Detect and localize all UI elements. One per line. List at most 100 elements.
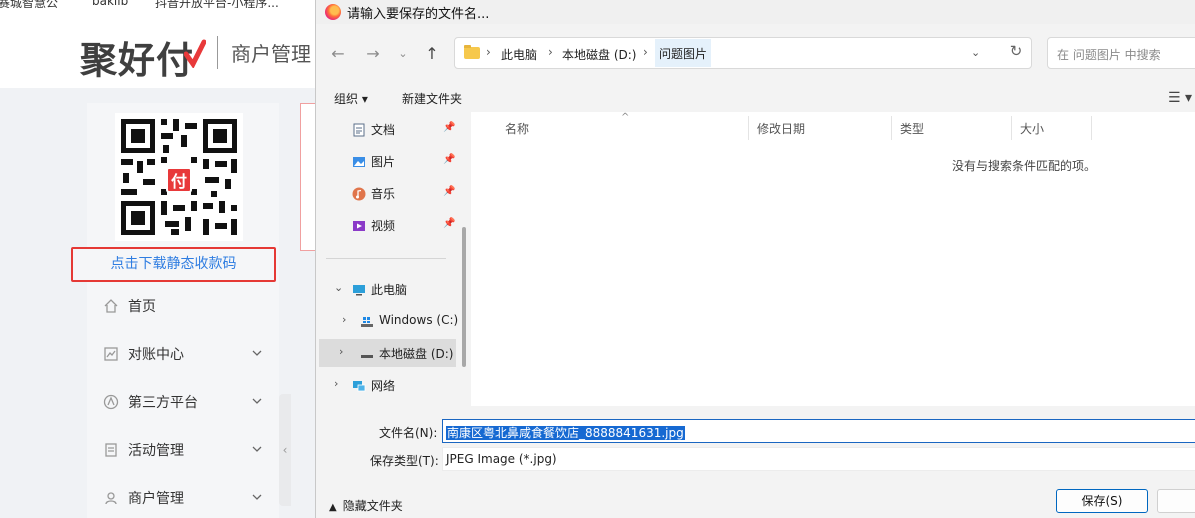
chevron-down-icon[interactable]: ⌄ [334, 281, 343, 294]
sidebar-item-label: 对账中心 [128, 347, 184, 363]
home-icon [104, 299, 118, 313]
nav-pane-label: 图片 [371, 155, 396, 169]
bookmark-item[interactable]: bakilb [92, 0, 128, 8]
search-input[interactable]: 在 问题图片 中搜索 [1047, 37, 1195, 69]
activity-icon [105, 443, 117, 457]
site-logo[interactable]: 聚好付 [80, 30, 194, 84]
music-icon [352, 187, 366, 201]
chevron-right-icon[interactable]: › [334, 377, 338, 390]
sidebar-item-home[interactable]: 首页 [100, 294, 270, 318]
nav-pane-label: 网络 [371, 379, 396, 393]
dialog-toolbar: 组织 ▾ 新建文件夹 ☰ ▾ [316, 84, 1195, 112]
chevron-down-icon [252, 350, 262, 356]
chevron-down-icon [252, 494, 262, 500]
sidebar-item-activities[interactable]: 活动管理 [100, 438, 270, 462]
nav-pane-this-pc[interactable]: ⌄ 此电脑 [319, 275, 459, 303]
cancel-button[interactable] [1157, 489, 1195, 513]
filetype-label: 保存类型(T): [370, 454, 439, 468]
nav-pane-label: 音乐 [371, 187, 396, 201]
bookmark-bar: 赛城智慧公 bakilb 抖音开放平台-小程序... [0, 0, 330, 8]
nav-pane-divider [326, 258, 446, 259]
sidebar-item-merchants[interactable]: 商户管理 [100, 486, 270, 510]
chevron-right-icon[interactable]: › [342, 313, 346, 326]
logo-divider [217, 36, 218, 69]
breadcrumb-drive-d[interactable]: 本地磁盘 (D:) [562, 46, 636, 63]
pin-icon: 📌 [443, 122, 456, 133]
sidebar-item-label: 第三方平台 [128, 395, 198, 411]
dialog-title: 请输入要保存的文件名... [347, 7, 490, 22]
breadcrumb-current-folder[interactable]: 问题图片 [655, 39, 712, 67]
nav-pane-drive-c[interactable]: › Windows (C:) [327, 307, 467, 335]
refresh-icon[interactable]: ↻ [1006, 41, 1026, 61]
sidebar-item-third-party[interactable]: 第三方平台 [100, 390, 270, 414]
nav-pane-scrollbar[interactable] [462, 227, 466, 367]
chevron-right-icon: › [548, 45, 553, 59]
chevron-down-icon [252, 446, 262, 452]
nav-pane-documents[interactable]: 文档 📌 [319, 115, 459, 143]
new-folder-button[interactable]: 新建文件夹 [402, 90, 462, 107]
filetype-select[interactable]: JPEG Image (*.jpg) [442, 447, 1195, 471]
chevron-right-icon[interactable]: › [339, 345, 343, 358]
column-header-date[interactable]: 修改日期 [749, 116, 892, 140]
platform-icon [103, 394, 119, 410]
address-bar[interactable]: › 此电脑 › 本地磁盘 (D:) › 问题图片 ⌄ [454, 37, 1032, 69]
pin-icon: 📌 [443, 154, 456, 165]
breadcrumb-this-pc[interactable]: 此电脑 [501, 46, 537, 63]
column-header-name[interactable]: 名称 [497, 116, 749, 140]
back-arrow-icon[interactable]: ← [327, 43, 349, 65]
chart-icon [104, 347, 118, 361]
pin-icon: 📌 [443, 218, 456, 229]
drive-icon [361, 355, 373, 358]
forward-arrow-icon[interactable]: → [362, 43, 384, 65]
nav-pane-label: Windows (C:) [379, 313, 459, 327]
sidebar-item-label: 活动管理 [128, 443, 184, 459]
sidebar-collapse-button[interactable]: ‹ [279, 394, 291, 506]
firefox-icon [325, 4, 341, 20]
chevron-down-icon[interactable]: ⌄ [971, 46, 985, 60]
file-list: ^ 名称 修改日期 类型 大小 没有与搜索条件匹配的项。 [471, 112, 1195, 406]
save-button[interactable]: 保存(S) [1056, 489, 1148, 513]
nav-pane-music[interactable]: 音乐 📌 [319, 179, 459, 207]
save-file-dialog: 请输入要保存的文件名... ← → ⌄ ↑ › 此电脑 › 本地磁盘 (D:) … [315, 0, 1195, 518]
folder-icon [464, 45, 480, 59]
pin-icon: 📌 [443, 186, 456, 197]
filename-selected-text: 南康区粤北鼻咸食餐饮店_8888841631.jpg [446, 426, 685, 440]
network-icon [353, 381, 366, 392]
site-header: 聚好付 商户管理 [0, 8, 330, 88]
sidebar-item-label: 商户管理 [128, 491, 184, 507]
empty-folder-message: 没有与搜索条件匹配的项。 [952, 159, 1097, 173]
chevron-down-icon [252, 398, 262, 404]
windows-drive-icon [361, 317, 373, 327]
qr-pay-logo: 付 [166, 167, 192, 193]
nav-pane-network[interactable]: › 网络 [319, 371, 459, 399]
sidebar-item-reconciliation[interactable]: 对账中心 [100, 342, 270, 366]
navigation-pane: 文档 📌 图片 📌 音乐 📌 视频 📌 ⌄ 此电脑 › Windows (C:) [316, 112, 471, 406]
header-title: 商户管理 [231, 42, 311, 66]
bookmark-item[interactable]: 抖音开放平台-小程序... [155, 0, 279, 8]
nav-pane-label: 本地磁盘 (D:) [379, 347, 454, 361]
bookmark-item[interactable]: 赛城智慧公 [0, 0, 58, 8]
hide-folders-toggle[interactable]: ▲ 隐藏文件夹 [329, 497, 403, 514]
document-icon [353, 123, 365, 137]
recent-dropdown-icon[interactable]: ⌄ [392, 43, 414, 65]
filename-input[interactable]: 南康区粤北鼻咸食餐饮店_8888841631.jpg [442, 419, 1195, 443]
nav-pane-label: 视频 [371, 219, 396, 233]
chevron-right-icon: › [643, 45, 648, 59]
organize-button[interactable]: 组织 ▾ [334, 90, 368, 107]
video-icon [353, 221, 365, 231]
nav-pane-label: 此电脑 [371, 283, 408, 297]
logo-check-icon [184, 39, 206, 68]
sidebar-item-label: 首页 [128, 299, 156, 315]
download-qr-link[interactable]: 点击下载静态收款码 [71, 247, 276, 282]
nav-pane-label: 文档 [371, 123, 396, 137]
column-header-type[interactable]: 类型 [892, 116, 1012, 140]
nav-pane-pictures[interactable]: 图片 📌 [319, 147, 459, 175]
nav-pane-videos[interactable]: 视频 📌 [319, 211, 459, 239]
up-arrow-icon[interactable]: ↑ [421, 43, 443, 65]
content-card-edge [300, 103, 316, 251]
view-options-icon[interactable]: ☰ ▾ [1168, 90, 1192, 106]
column-header-size[interactable]: 大小 [1012, 116, 1092, 140]
computer-icon [353, 285, 365, 296]
nav-pane-drive-d[interactable]: › 本地磁盘 (D:) [319, 339, 456, 367]
merchant-icon [105, 492, 117, 505]
